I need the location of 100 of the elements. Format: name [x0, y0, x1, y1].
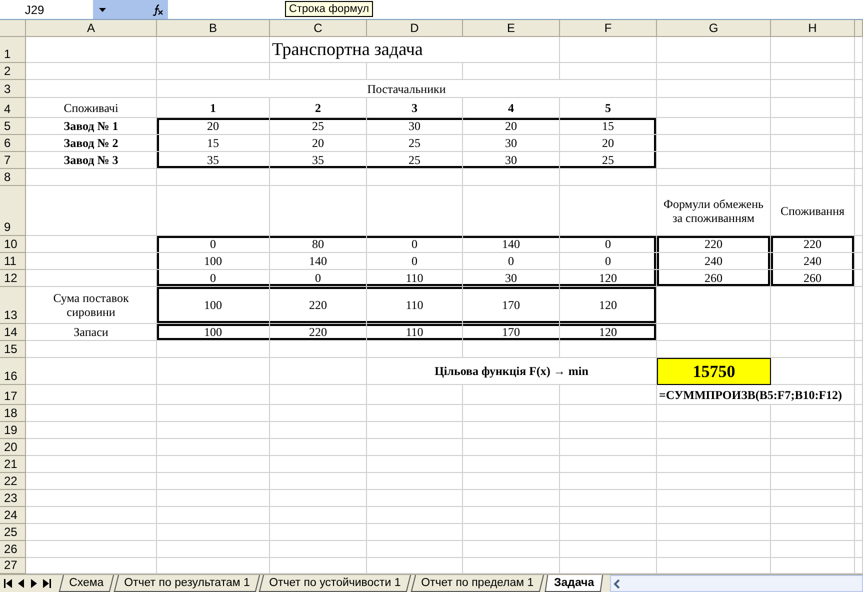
table-cell: 25 — [270, 118, 367, 136]
table-cell: 0 — [157, 270, 270, 288]
table-cell: Формули обмежень за споживанням — [657, 186, 771, 236]
table-cell: 0 — [367, 253, 463, 270]
row-header[interactable]: 13 — [0, 287, 26, 324]
table-cell: 1 — [157, 98, 270, 118]
row-header[interactable]: 19 — [0, 422, 26, 440]
row-header[interactable]: 12 — [0, 270, 26, 288]
row-header[interactable]: 3 — [0, 80, 26, 98]
table-cell: 140 — [270, 253, 367, 270]
table-cell: 25 — [367, 152, 463, 170]
row-header[interactable]: 2 — [0, 63, 26, 80]
table-cell: Споживачі — [26, 98, 157, 118]
row-header[interactable]: 21 — [0, 456, 26, 474]
table-cell: 30 — [463, 270, 560, 288]
table-cell: 120 — [560, 287, 657, 324]
table-cell: 100 — [157, 287, 270, 324]
table-cell: 260 — [771, 270, 855, 288]
table-cell: 220 — [771, 236, 855, 254]
sheet-tab[interactable]: Задача — [544, 575, 603, 592]
horizontal-scrollbar[interactable] — [610, 575, 863, 592]
table-cell: 0 — [560, 236, 657, 254]
table-cell: 110 — [367, 287, 463, 324]
table-cell: 110 — [367, 324, 463, 342]
table-cell: 5 — [560, 98, 657, 118]
table-cell: 25 — [560, 152, 657, 170]
table-cell: Завод № 1 — [26, 118, 157, 136]
row-header[interactable]: 1 — [0, 37, 26, 64]
row-header[interactable]: 17 — [0, 385, 26, 406]
row-header[interactable]: 20 — [0, 439, 26, 456]
table-cell: Постачальники — [157, 80, 657, 98]
table-cell: Транспортна задача — [270, 37, 560, 64]
row-header[interactable]: 11 — [0, 253, 26, 270]
column-header[interactable]: C — [270, 20, 367, 38]
sheet-tab[interactable]: Отчет по результатам 1 — [114, 575, 260, 592]
column-header[interactable]: D — [367, 20, 463, 38]
table-cell: 120 — [560, 270, 657, 288]
table-cell: 100 — [157, 253, 270, 270]
table-cell: =СУММПРОИЗВ(B5:F7;B10:F12) — [657, 385, 855, 406]
table-cell: 30 — [463, 135, 560, 152]
function-icon[interactable] — [152, 4, 164, 16]
row-header[interactable]: 7 — [0, 152, 26, 170]
table-cell: Цільова функція F(x) → min — [367, 358, 657, 386]
row-header[interactable]: 10 — [0, 236, 26, 254]
column-header[interactable]: E — [463, 20, 560, 38]
table-cell: 100 — [157, 324, 270, 342]
row-header[interactable]: 5 — [0, 118, 26, 136]
previous-sheet-icon[interactable] — [17, 579, 25, 588]
sheet-tab[interactable]: Отчет по устойчивости 1 — [259, 575, 412, 592]
table-cell: Завод № 2 — [26, 135, 157, 152]
table-cell: 15 — [560, 118, 657, 136]
table-cell: Сума поставок сировини — [26, 287, 157, 324]
table-cell: 30 — [367, 118, 463, 136]
table-cell: 0 — [560, 253, 657, 270]
row-header[interactable]: 16 — [0, 358, 26, 386]
column-header[interactable]: B — [157, 20, 270, 38]
table-cell: 140 — [463, 236, 560, 254]
table-cell: 20 — [157, 118, 270, 136]
row-header[interactable]: 25 — [0, 524, 26, 542]
table-cell: Споживання — [771, 186, 855, 236]
result-cell: 15750 — [657, 358, 771, 386]
table-cell: 0 — [463, 253, 560, 270]
row-header[interactable]: 23 — [0, 490, 26, 508]
column-header[interactable]: F — [560, 20, 657, 38]
table-cell: 35 — [157, 152, 270, 170]
tooltip: Строка формул — [285, 1, 374, 17]
table-cell: 120 — [560, 324, 657, 342]
table-cell: 220 — [270, 287, 367, 324]
row-header[interactable]: 14 — [0, 324, 26, 342]
table-cell: 30 — [463, 152, 560, 170]
table-cell: 20 — [270, 135, 367, 152]
table-cell: 25 — [367, 135, 463, 152]
row-header[interactable]: 26 — [0, 541, 26, 558]
table-cell: 220 — [270, 324, 367, 342]
next-sheet-icon[interactable] — [30, 579, 38, 588]
table-cell: 0 — [367, 236, 463, 254]
column-header[interactable]: H — [771, 20, 855, 38]
column-header[interactable]: G — [657, 20, 771, 38]
table-cell: 170 — [463, 287, 560, 324]
table-cell: 80 — [270, 236, 367, 254]
column-header[interactable]: A — [26, 20, 157, 38]
first-sheet-icon[interactable] — [4, 579, 12, 588]
row-header[interactable]: 27 — [0, 558, 26, 574]
table-cell: 110 — [367, 270, 463, 288]
sheet-tab[interactable]: Отчет по пределам 1 — [411, 575, 544, 592]
row-header[interactable]: 4 — [0, 98, 26, 118]
table-cell: 20 — [560, 135, 657, 152]
table-cell: 240 — [771, 253, 855, 270]
row-header[interactable]: 9 — [0, 186, 26, 236]
sheet-tab[interactable]: Схема — [58, 575, 114, 592]
table-cell: Запаси — [26, 324, 157, 342]
dropdown-arrow-icon[interactable] — [99, 8, 106, 12]
row-header[interactable]: 6 — [0, 135, 26, 152]
last-sheet-icon[interactable] — [43, 579, 51, 588]
row-header[interactable]: 8 — [0, 169, 26, 186]
row-header[interactable]: 18 — [0, 405, 26, 422]
table-cell: 15 — [157, 135, 270, 152]
row-header[interactable]: 15 — [0, 341, 26, 358]
row-header[interactable]: 22 — [0, 473, 26, 490]
row-header[interactable]: 24 — [0, 507, 26, 524]
